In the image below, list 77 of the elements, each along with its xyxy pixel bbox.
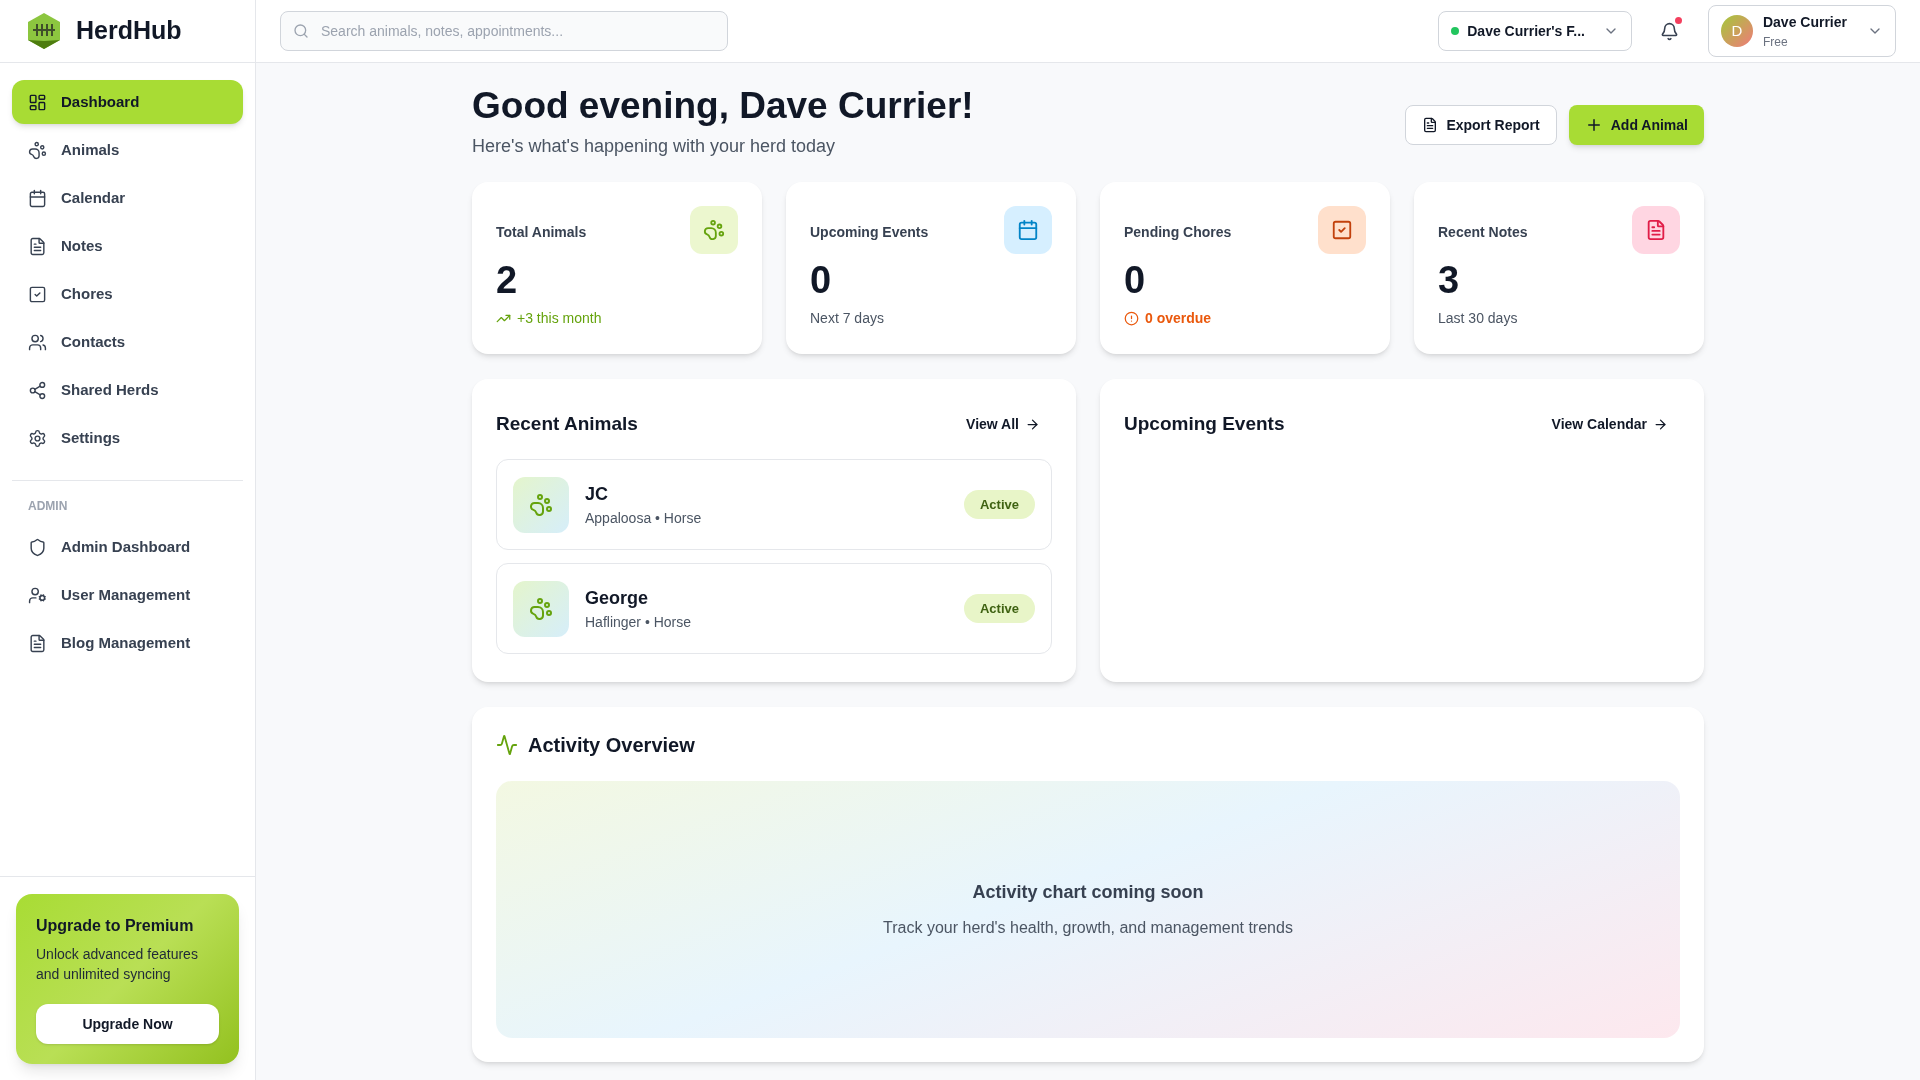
placeholder-title: Activity chart coming soon [972, 881, 1204, 904]
document-icon [1645, 219, 1667, 241]
checkbox-icon [28, 284, 47, 304]
status-badge: Active [963, 593, 1035, 624]
stat-note: +3 this month [517, 309, 602, 328]
card-title: Recent Animals [496, 411, 638, 436]
animal-details: Haflinger • Horse [585, 612, 693, 632]
stat-label: Recent Notes [1438, 223, 1528, 242]
sidebar-item[interactable]: Admin Dashboard [12, 525, 243, 569]
upgrade-text: Unlock advanced features and unlimited syncing [36, 945, 199, 984]
alert-icon [1124, 311, 1139, 326]
paw-icon [28, 140, 47, 160]
view-calendar-link[interactable]: View Calendar [1551, 413, 1680, 435]
export-button[interactable]: Export Report [1405, 105, 1557, 145]
document-icon [28, 236, 47, 256]
dashboard-icon [28, 92, 47, 112]
page-title: Good evening, Dave Currier! [472, 84, 974, 128]
placeholder-text: Track your herd's health, growth, and management trends [883, 918, 1293, 938]
stat-note: 0 overdue [1145, 309, 1212, 328]
animal-name: JC [585, 482, 609, 506]
search-icon [293, 23, 309, 39]
users-icon [28, 332, 47, 352]
activity-icon [496, 734, 518, 756]
stat-note: Last 30 days [1438, 309, 1518, 328]
view-all-link[interactable]: View All [966, 413, 1052, 435]
user-plan: Free [1762, 33, 1788, 51]
animal-name: George [585, 586, 650, 610]
brand-name: HerdHub [76, 15, 182, 47]
animal-details: Appaloosa • Horse [585, 508, 703, 528]
farm-selector[interactable]: Dave Currier's F... [1438, 11, 1632, 51]
calendar-icon [1017, 219, 1039, 241]
arrow-right-icon [1025, 416, 1040, 432]
add-button[interactable]: Add Animal [1568, 105, 1704, 145]
paw-icon [529, 492, 553, 517]
checkbox-icon [1331, 219, 1353, 241]
section-heading: ADMIN [28, 499, 68, 513]
sidebar-item[interactable]: Notes [12, 224, 243, 268]
paw-icon [703, 219, 725, 241]
card-title: Upcoming Events [1124, 411, 1285, 436]
user-avatar: D [1720, 15, 1753, 47]
stat-note: Next 7 days [810, 309, 884, 328]
bell-icon [1660, 21, 1680, 41]
card-title: Activity Overview [528, 733, 695, 758]
sidebar-item[interactable]: Dashboard [12, 80, 243, 124]
stat-value: 0 [810, 258, 833, 302]
sidebar-item[interactable]: Settings [12, 416, 243, 460]
sidebar-item[interactable]: Blog Management [12, 621, 243, 665]
stat-value: 0 [1124, 258, 1147, 302]
user-gear-icon [28, 585, 47, 605]
upgrade-button[interactable]: Upgrade Now [36, 1004, 219, 1044]
share-icon [28, 380, 47, 400]
sidebar-item[interactable]: Chores [12, 272, 243, 316]
sidebar-item[interactable]: Calendar [12, 176, 243, 220]
upgrade-title: Upgrade to Premium [36, 916, 195, 936]
settings-icon [28, 428, 47, 448]
sidebar-item[interactable]: Contacts [12, 320, 243, 364]
stat-value: 3 [1438, 258, 1461, 302]
paw-icon [529, 596, 553, 621]
user-menu[interactable]: D Dave Currier Free [1707, 5, 1896, 57]
animal-row[interactable]: George Haflinger • Horse Active [496, 563, 1052, 654]
shield-icon [28, 537, 47, 557]
status-badge: Active [963, 489, 1035, 520]
search-field[interactable]: Search animals, notes, appointments... [280, 11, 728, 51]
user-name: Dave Currier [1762, 12, 1847, 32]
stat-label: Pending Chores [1124, 223, 1232, 242]
document-icon [28, 633, 47, 653]
sidebar-item[interactable]: User Management [12, 573, 243, 617]
animal-row[interactable]: JC Appaloosa • Horse Active [496, 459, 1052, 550]
page-subtitle: Here's what's happening with your herd today [472, 135, 837, 158]
sidebar-item[interactable]: Shared Herds [12, 368, 243, 412]
stat-value: 2 [496, 258, 519, 302]
calendar-icon [28, 188, 47, 208]
sidebar-item[interactable]: Animals [12, 128, 243, 172]
stat-label: Upcoming Events [810, 223, 929, 242]
stat-label: Total Animals [496, 223, 587, 242]
arrow-right-icon [1653, 416, 1668, 432]
document-icon [1422, 117, 1439, 133]
